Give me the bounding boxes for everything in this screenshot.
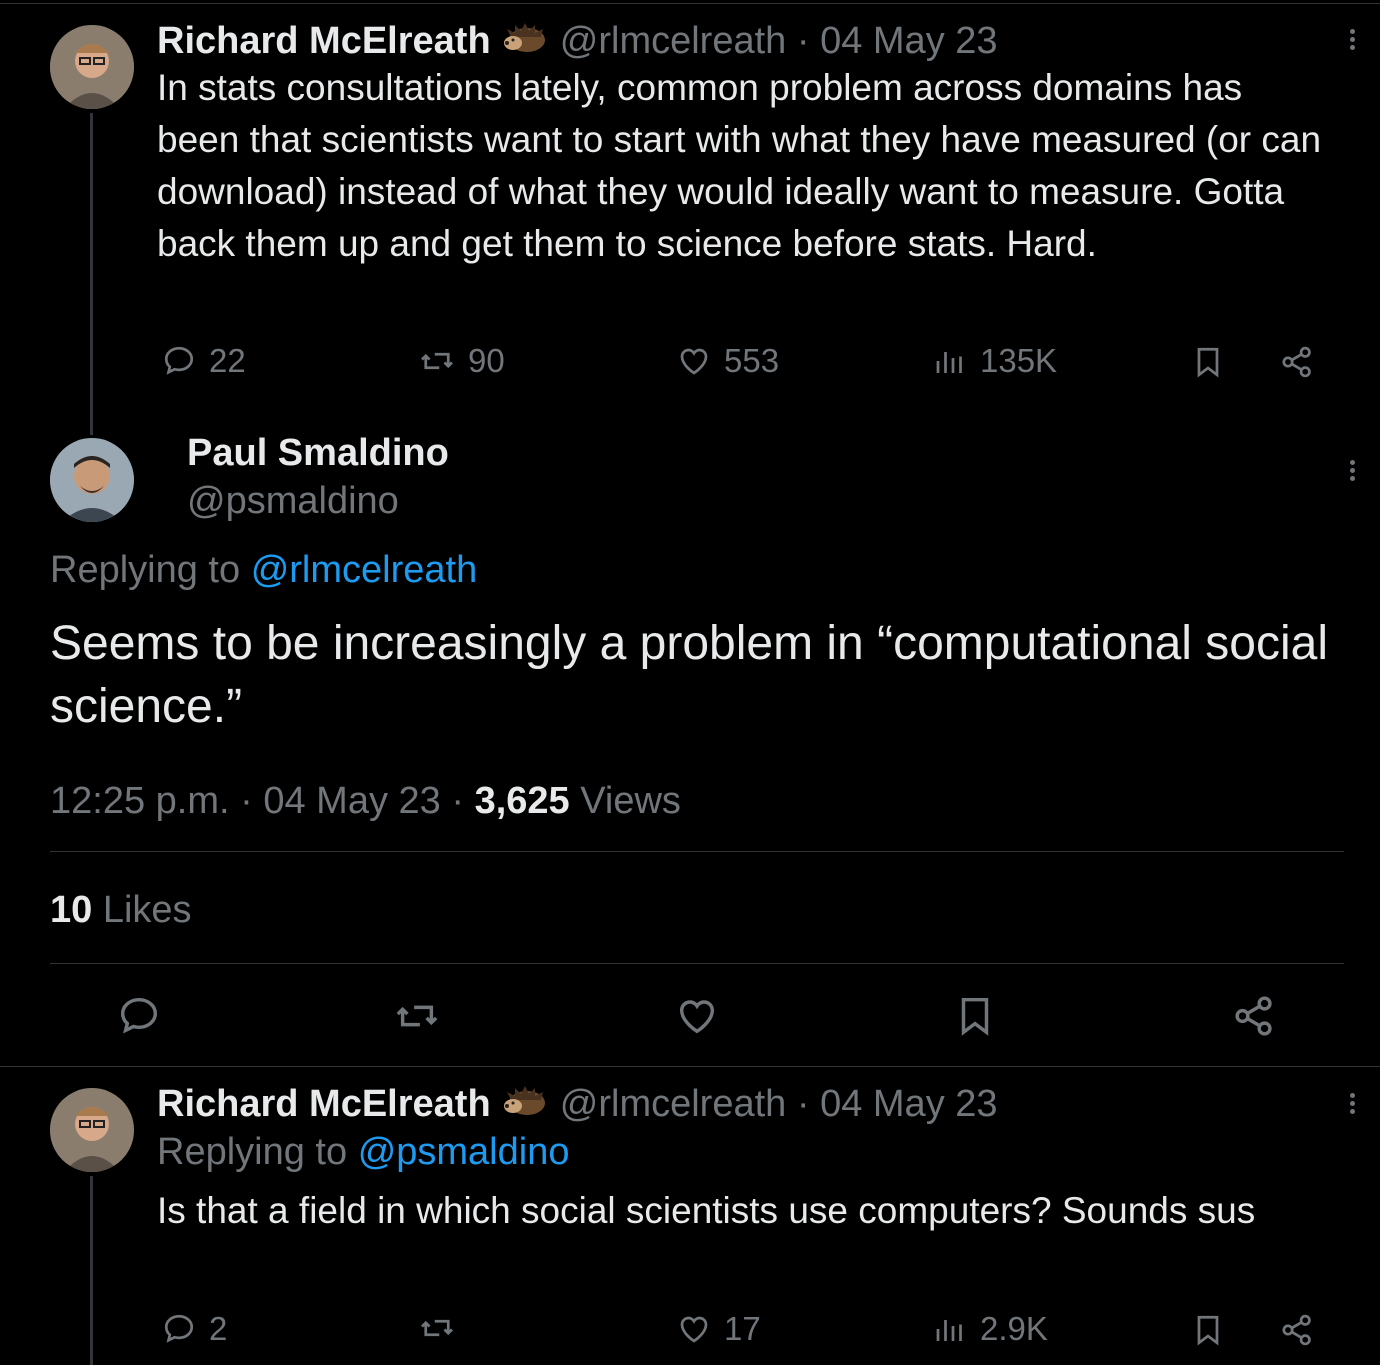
author-handle[interactable]: @psmaldino <box>187 476 399 526</box>
top-divider <box>0 3 1380 4</box>
likes-summary[interactable]: 10 Likes <box>50 885 192 935</box>
like-count: 17 <box>724 1310 761 1347</box>
replying-to: Replying to @rlmcelreath <box>50 545 477 595</box>
share-nodes-icon <box>1235 996 1272 1036</box>
share-nodes-icon <box>1282 1314 1311 1346</box>
avatar[interactable] <box>50 1088 134 1172</box>
tweet-date[interactable]: 04 May 23 <box>820 20 997 62</box>
bar-chart-icon <box>936 1320 962 1341</box>
retweet-button[interactable] <box>393 993 441 1039</box>
replying-handle-link[interactable]: @psmaldino <box>358 1131 570 1173</box>
views-count: 3,625 <box>474 780 570 822</box>
tweet-date[interactable]: 04 May 23 <box>263 780 440 822</box>
author-name[interactable]: Paul Smaldino <box>187 428 449 478</box>
tweet-meta: 12:25 p.m. · 04 May 23 · 3,625 Views <box>50 775 681 827</box>
like-button[interactable] <box>674 993 720 1039</box>
tweet-text: Is that a field in which social scientis… <box>157 1190 1256 1231</box>
retweet-button[interactable]: 90 <box>418 342 505 380</box>
views-count: 2.9K <box>980 1310 1048 1347</box>
likes-label: Likes <box>102 889 192 931</box>
speech-bubble-icon <box>164 1314 194 1343</box>
tweet-date[interactable]: 04 May 23 <box>820 1083 997 1125</box>
author-handle[interactable]: @rlmcelreath <box>560 1083 787 1125</box>
separator: · <box>229 780 264 822</box>
views-label: Views <box>580 780 681 822</box>
thread-line <box>90 113 93 435</box>
bar-chart-icon <box>936 352 962 373</box>
like-button[interactable]: 17 <box>676 1310 761 1348</box>
bookmark-button[interactable] <box>1190 344 1226 380</box>
bookmark-icon <box>1197 1315 1219 1346</box>
divider <box>50 963 1344 964</box>
speech-bubble-icon <box>120 997 158 1034</box>
thread-line <box>90 1176 93 1365</box>
heart-icon <box>679 1000 715 1034</box>
author-handle[interactable]: @rlmcelreath <box>560 20 787 62</box>
retweet-arrows-icon <box>421 1319 453 1337</box>
replying-to: Replying to @psmaldino <box>157 1127 569 1177</box>
separator: · <box>796 20 810 62</box>
tweet-header: Richard McElreath @rlmcelreath · 04 May … <box>157 1079 998 1133</box>
avatar[interactable] <box>50 25 134 109</box>
reply-count: 2 <box>209 1310 228 1347</box>
views-button[interactable]: 135K <box>932 342 1057 380</box>
share-nodes-icon <box>1282 346 1311 378</box>
reply-count: 22 <box>209 342 246 379</box>
share-button[interactable] <box>1279 344 1315 380</box>
bookmark-icon <box>1197 347 1219 378</box>
more-icon[interactable] <box>1347 26 1357 53</box>
share-button[interactable] <box>1279 1312 1315 1348</box>
bookmark-icon <box>961 997 989 1036</box>
main-tweet-text: Seems to be increasingly a problem in “c… <box>50 617 1328 733</box>
author-name[interactable]: Richard McElreath <box>157 1083 491 1125</box>
retweet-arrows-icon <box>421 352 453 370</box>
separator: · <box>796 1083 810 1125</box>
tweet-text: In stats consultations lately, common pr… <box>157 67 1322 264</box>
retweet-count: 90 <box>468 342 505 379</box>
like-count: 553 <box>724 342 780 379</box>
divider <box>0 1066 1380 1067</box>
share-button[interactable] <box>1231 993 1277 1039</box>
heart-icon <box>680 348 708 375</box>
more-icon[interactable] <box>1347 457 1357 484</box>
avatar[interactable] <box>50 438 134 522</box>
reply-button[interactable] <box>116 993 162 1039</box>
divider <box>50 851 1344 852</box>
retweet-button[interactable] <box>418 1310 456 1346</box>
like-button[interactable]: 553 <box>676 342 779 380</box>
separator: · <box>440 780 475 822</box>
views-button[interactable]: 2.9K <box>932 1310 1048 1348</box>
replying-prefix: Replying to <box>50 549 241 591</box>
retweet-arrows-icon <box>396 1005 438 1027</box>
reply-button[interactable]: 22 <box>161 342 246 380</box>
speech-bubble-icon <box>164 346 194 375</box>
tweet-time[interactable]: 12:25 p.m. <box>50 780 230 822</box>
heart-icon <box>680 1316 708 1343</box>
views-count: 135K <box>980 342 1058 379</box>
bookmark-button[interactable] <box>952 993 998 1039</box>
likes-count: 10 <box>50 889 93 931</box>
replying-prefix: Replying to <box>157 1131 348 1173</box>
more-icon[interactable] <box>1347 1090 1357 1117</box>
replying-handle-link[interactable]: @rlmcelreath <box>251 549 478 591</box>
author-name[interactable]: Richard McElreath <box>157 20 491 62</box>
reply-button[interactable]: 2 <box>161 1310 227 1348</box>
hedgehog-emoji-icon <box>501 1082 549 1133</box>
bookmark-button[interactable] <box>1190 1312 1226 1348</box>
